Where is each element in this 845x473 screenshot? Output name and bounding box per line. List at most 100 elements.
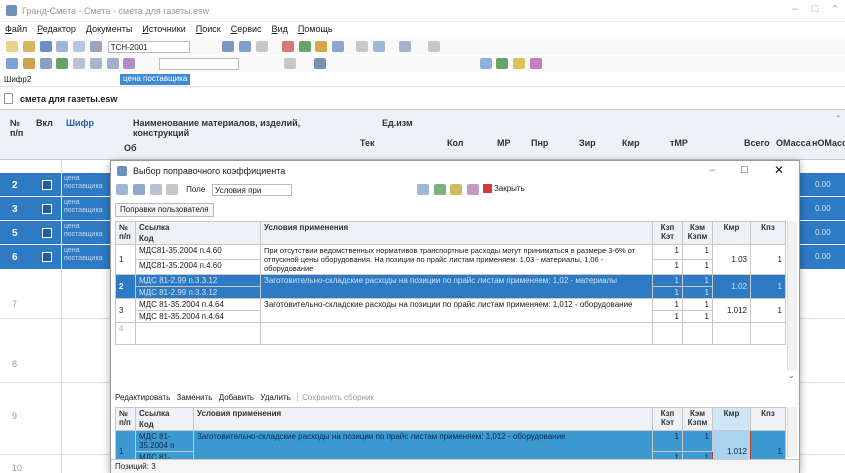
maximize-icon[interactable]: □ <box>805 3 825 19</box>
column-icon[interactable] <box>166 184 179 195</box>
machine-icon[interactable] <box>332 41 345 52</box>
tab-user-corrections[interactable]: Поправки пользователя <box>115 203 214 217</box>
header-kzp[interactable]: Кзп Кэт <box>652 221 683 245</box>
save-icon[interactable] <box>39 41 52 52</box>
col-nomassa[interactable]: нОМасса <box>812 138 845 148</box>
include-checkbox[interactable] <box>42 180 52 190</box>
minimize-icon[interactable]: – <box>785 3 805 19</box>
add-button[interactable]: Добавить <box>219 393 254 402</box>
col-omassa[interactable]: ОМасса <box>776 138 811 148</box>
paste-icon[interactable] <box>372 41 385 52</box>
check-icon[interactable] <box>450 184 463 195</box>
col-pnr[interactable]: Пнр <box>531 138 548 148</box>
align-icon[interactable] <box>284 58 297 69</box>
text-color-icon[interactable] <box>123 58 136 69</box>
col-vkl[interactable]: Вкл <box>36 118 53 128</box>
menu-file[interactable]: Файл <box>0 22 32 36</box>
bottom-header-kz[interactable]: Кпз <box>750 407 786 431</box>
apply-all-icon[interactable] <box>132 184 145 195</box>
material-icon[interactable] <box>315 41 328 52</box>
header-link[interactable]: Ссылка <box>135 221 261 233</box>
field-select[interactable]: Условия при <box>212 184 293 196</box>
header-code[interactable]: Код <box>135 233 261 245</box>
insert-icon[interactable] <box>281 41 294 52</box>
close-button[interactable]: Закрыть <box>482 184 525 194</box>
tree-icon[interactable] <box>56 58 69 69</box>
mark-icon[interactable] <box>467 184 480 195</box>
save-collection-button[interactable]: Сохранить сборник <box>297 393 374 402</box>
grid-lines-icon[interactable] <box>73 58 86 69</box>
edit-button[interactable]: Редактировать <box>115 393 170 402</box>
table-row-selected[interactable]: 1 МДС 81-35.2004 п Заготовительно-складс… <box>115 430 786 473</box>
table-scrollbar[interactable] <box>787 221 797 371</box>
header-kem[interactable]: Кэм Кзпм <box>682 221 713 245</box>
bottom-header-kzp[interactable]: Кзп Кэт <box>652 407 683 431</box>
resource-icon[interactable] <box>298 41 311 52</box>
header-num[interactable]: № п/п <box>115 221 136 245</box>
bottom-header-num[interactable]: № п/п <box>115 407 136 431</box>
report-icon[interactable] <box>416 184 429 195</box>
menu-service[interactable]: Сервис <box>226 22 267 36</box>
table-row[interactable]: 4 <box>115 322 786 345</box>
include-checkbox[interactable] <box>42 252 52 262</box>
include-checkbox[interactable] <box>42 204 52 214</box>
bottom-header-kem[interactable]: Кэм Кзпм <box>682 407 713 431</box>
bottom-table-scrollbar[interactable] <box>787 407 797 457</box>
col-tmr[interactable]: тМР <box>670 138 688 148</box>
col-zr[interactable]: Зир <box>579 138 596 148</box>
font-select[interactable] <box>159 58 240 70</box>
search-icon[interactable] <box>39 58 52 69</box>
col-kmr[interactable]: Кмр <box>622 138 640 148</box>
bottom-header-conditions[interactable]: Условия применения <box>193 407 653 431</box>
sum-icon[interactable] <box>398 41 411 52</box>
print-preview-icon[interactable] <box>73 41 86 52</box>
col-mr[interactable]: МР <box>497 138 511 148</box>
print-icon[interactable] <box>89 41 102 52</box>
normative-base-select[interactable]: ТСН-2001 <box>107 41 190 53</box>
menu-view[interactable]: Вид <box>267 22 293 36</box>
col-vsego[interactable]: Всего <box>744 138 770 148</box>
table-row[interactable]: 1 МДС81-35.2004 п.4.60 При отсутствии ве… <box>115 244 786 275</box>
dialog-close-icon[interactable]: ✕ <box>774 163 784 177</box>
menu-documents[interactable]: Документы <box>81 22 137 36</box>
italic-icon[interactable] <box>106 58 119 69</box>
include-checkbox[interactable] <box>42 228 52 238</box>
table-row-selected[interactable]: 2 МДС 81-2.99 п.3.3.12 Заготовительно-ск… <box>115 274 786 299</box>
menu-help[interactable]: Помощь <box>293 22 338 36</box>
col-ob[interactable]: Об <box>124 143 137 153</box>
dialog-maximize-icon[interactable]: □ <box>741 164 748 176</box>
col-name[interactable]: Наименование материалов, изделий, констр… <box>133 118 343 138</box>
header-conditions[interactable]: Условия применения <box>260 221 653 245</box>
filter-icon[interactable] <box>222 41 235 52</box>
close-icon[interactable]: ⌃ <box>825 3 845 19</box>
header-kz[interactable]: Кпз <box>750 221 786 245</box>
bottom-header-link[interactable]: Ссылка <box>135 407 194 419</box>
open-icon[interactable] <box>22 41 35 52</box>
menu-sources[interactable]: Источники <box>137 22 190 36</box>
replace-button[interactable]: Заменить <box>177 393 213 402</box>
export-icon[interactable] <box>433 184 446 195</box>
report-icon[interactable] <box>479 58 492 69</box>
bottom-header-kmr[interactable]: Кмр <box>712 407 751 431</box>
index-icon[interactable] <box>6 58 18 69</box>
document-tab[interactable]: смета для газеты.esw <box>20 94 117 104</box>
percent-icon[interactable] <box>428 41 441 52</box>
cell-reference[interactable]: Шифр2 <box>4 75 64 84</box>
col-shifr[interactable]: Шифр <box>66 118 94 128</box>
calc-icon[interactable] <box>313 58 326 69</box>
scroll-down-icon[interactable]: ⌄ <box>788 371 795 380</box>
coefficient-icon[interactable] <box>22 58 35 69</box>
new-document-icon[interactable] <box>6 41 18 52</box>
undo-icon[interactable] <box>239 41 252 52</box>
col-unit[interactable]: Ед.изм <box>382 118 413 128</box>
tree-view-icon[interactable] <box>149 184 162 195</box>
cut-icon[interactable] <box>355 41 368 52</box>
col-tek[interactable]: Тек <box>360 138 375 148</box>
grid-scroll-up-icon[interactable]: ⌃ <box>835 114 842 123</box>
col-num[interactable]: № п/п <box>10 118 30 138</box>
redo-icon[interactable] <box>256 41 269 52</box>
header-kmr[interactable]: Кмр <box>712 221 751 245</box>
cell-value-field[interactable]: цена поставщика <box>120 74 191 85</box>
mark-icon[interactable] <box>529 58 542 69</box>
dialog-minimize-icon[interactable]: – <box>709 164 715 176</box>
